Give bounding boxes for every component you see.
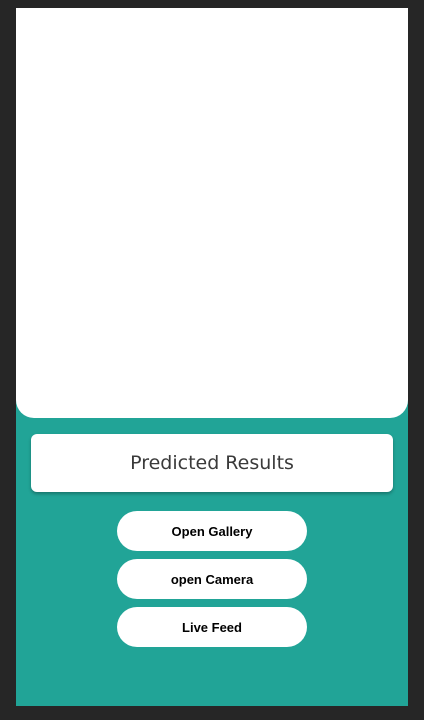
- open-gallery-button[interactable]: Open Gallery: [117, 511, 307, 551]
- predicted-results-card: Predicted Results: [31, 434, 393, 492]
- image-preview: [16, 8, 408, 418]
- live-feed-button[interactable]: Live Feed: [117, 607, 307, 647]
- predicted-results-text: Predicted Results: [130, 452, 294, 474]
- app-screen: Predicted Results Open Gallery open Came…: [16, 8, 408, 706]
- open-camera-button[interactable]: open Camera: [117, 559, 307, 599]
